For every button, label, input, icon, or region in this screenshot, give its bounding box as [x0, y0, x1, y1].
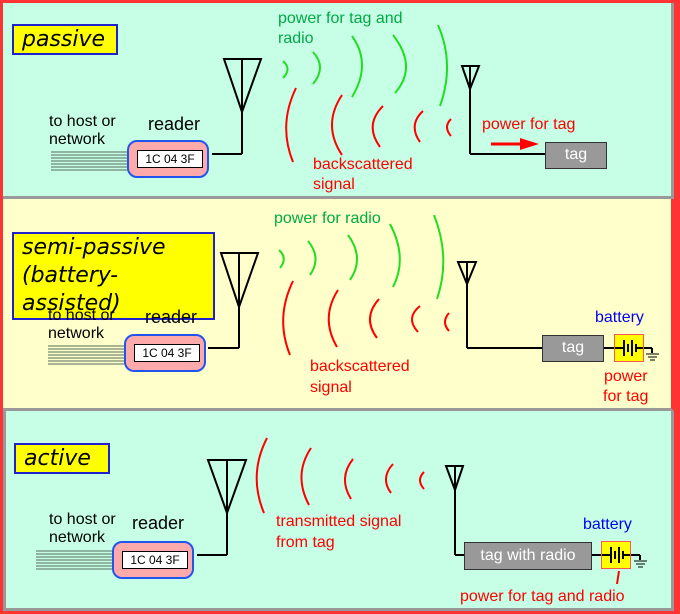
- passive-host-label-line2: network: [49, 131, 106, 148]
- passive-backscatter-waves: [285, 87, 452, 163]
- battery-icon: [615, 340, 643, 356]
- semi-signal-label-line1: backscattered: [310, 358, 410, 375]
- active-signal-label-line2: from tag: [276, 534, 335, 551]
- active-title: active: [14, 443, 110, 474]
- active-battery: [601, 541, 631, 569]
- active-battery-label: battery: [583, 516, 632, 533]
- semi-host-label-line2: network: [48, 325, 105, 342]
- semi-backscatter-waves: [282, 280, 450, 356]
- active-host-label-line1: to host or: [49, 511, 116, 528]
- semi-battery: [614, 334, 644, 362]
- active-reader-antenna-icon: [197, 459, 248, 556]
- battery-icon: [602, 547, 630, 563]
- passive-title: passive: [12, 24, 118, 55]
- passive-tag: tag: [545, 142, 607, 169]
- active-transmit-waves: [255, 437, 425, 514]
- semi-ground-icon: [646, 353, 659, 361]
- semi-tag: tag: [542, 335, 604, 362]
- passive-signal-label-line2: signal: [313, 176, 355, 193]
- passive-signal-label-line1: backscattered: [313, 156, 413, 173]
- semi-battery-label: battery: [595, 309, 644, 326]
- active-battery-power-label: power for tag and radio: [460, 588, 625, 605]
- semi-reader: 1C 04 3F: [124, 334, 206, 372]
- active-reader-display: 1C 04 3F: [122, 551, 188, 569]
- active-host-label-line2: network: [49, 529, 106, 546]
- semi-tag-antenna-icon: [456, 261, 542, 349]
- active-signal-label-line1: transmitted signal: [276, 513, 402, 530]
- semi-reader-label: reader: [145, 307, 198, 327]
- passive-tag-power-label: power for tag: [482, 116, 576, 133]
- active-battery-pointer: [616, 570, 620, 585]
- active-ground-icon: [634, 560, 647, 568]
- passive-reader: 1C 04 3F: [127, 140, 209, 178]
- semi-battery-power-line2: for tag: [603, 388, 649, 405]
- passive-host-cable: [51, 151, 128, 171]
- passive-reader-display: 1C 04 3F: [137, 150, 203, 168]
- semi-power-label: power for radio: [274, 210, 381, 227]
- semi-reader-antenna-icon: [208, 252, 260, 349]
- active-reader: 1C 04 3F: [112, 541, 194, 579]
- passive-tag-antenna-icon: [460, 65, 545, 155]
- semi-passive-title-line1: semi-passive: [22, 235, 166, 260]
- passive-reader-label: reader: [148, 114, 201, 134]
- semi-battery-power-line1: power: [604, 368, 648, 385]
- passive-power-label-line2: radio: [278, 30, 314, 47]
- semi-host-cable: [48, 345, 125, 365]
- passive-power-arrow-icon: [491, 138, 539, 150]
- passive-host-label-line1: to host or: [49, 113, 116, 130]
- active-tag-antenna-icon: [444, 465, 465, 556]
- semi-signal-label-line2: signal: [310, 379, 352, 396]
- passive-power-label-line1: power for tag and: [278, 10, 403, 27]
- semi-host-label-line1: to host or: [48, 307, 115, 324]
- semi-reader-display: 1C 04 3F: [134, 344, 200, 362]
- active-tag: tag with radio: [464, 542, 592, 570]
- active-host-cable: [36, 550, 113, 570]
- passive-reader-antenna-icon: [212, 58, 263, 155]
- active-reader-label: reader: [132, 513, 185, 533]
